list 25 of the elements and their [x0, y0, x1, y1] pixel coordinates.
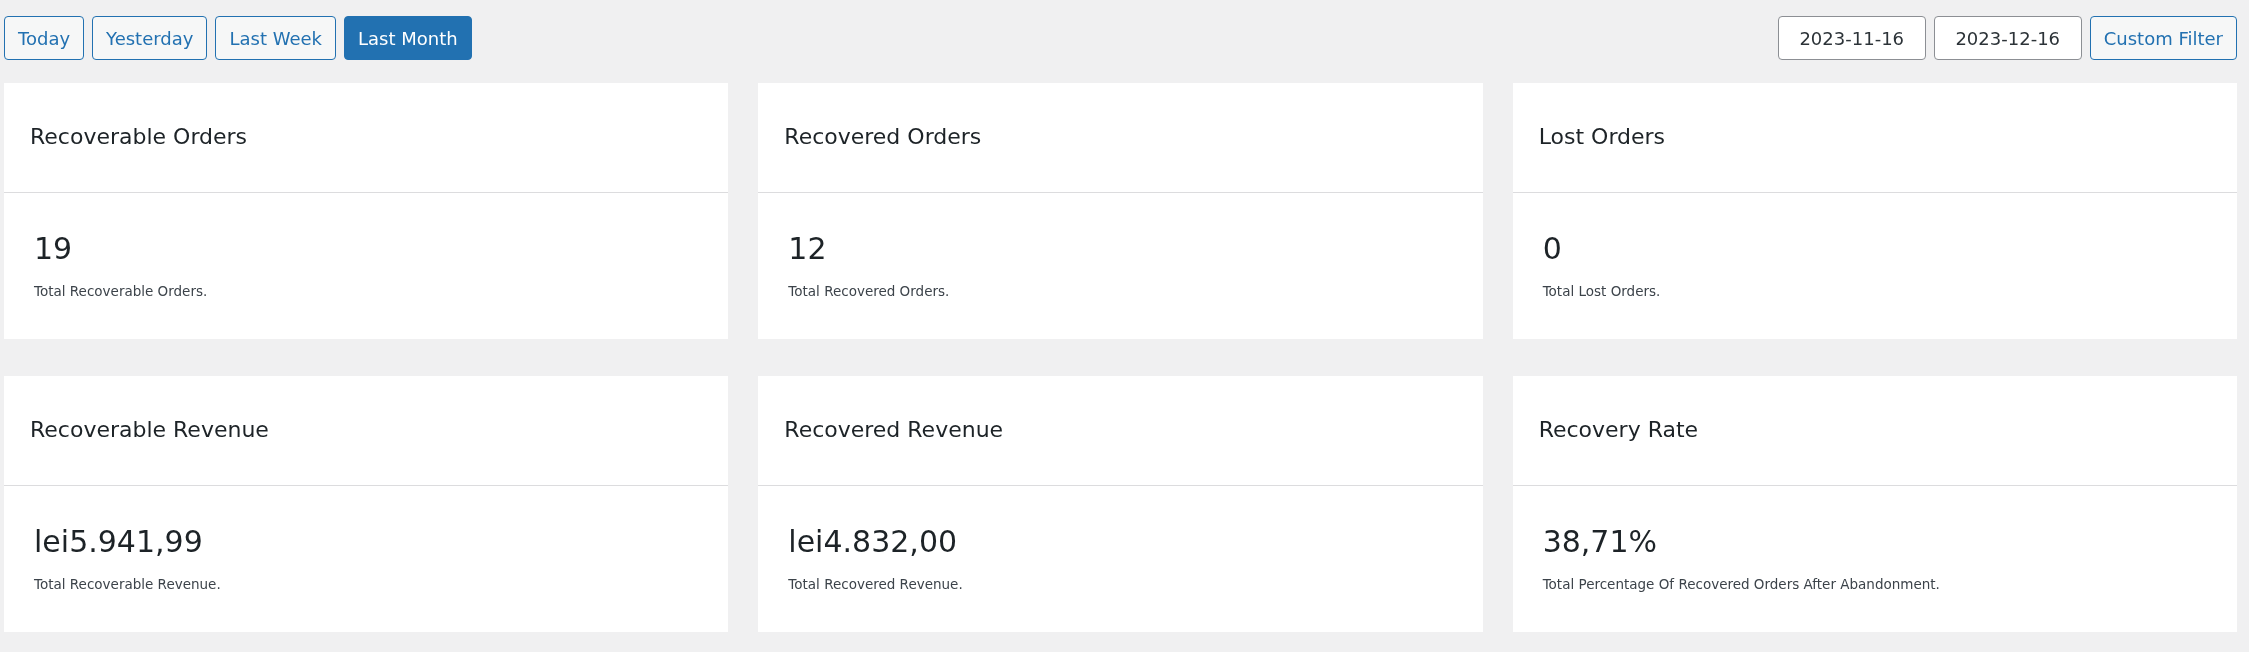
card-title: Lost Orders — [1538, 124, 1666, 151]
card-title: Recovered Orders — [784, 124, 982, 151]
stat-value: lei5.941,99 — [34, 524, 204, 560]
date-range-tab[interactable]: Today — [4, 16, 85, 60]
date-range-tab[interactable]: Yesterday — [92, 16, 208, 60]
start-date-field[interactable]: 2023-11-16 — [1777, 16, 1926, 60]
stat-description: Total Recoverable Revenue. — [34, 575, 222, 594]
end-date-field[interactable]: 2023-12-16 — [1933, 16, 2082, 60]
stat-description: Total Recovered Revenue. — [788, 575, 964, 594]
stat-description: Total Recoverable Orders. — [34, 282, 209, 301]
card-title: Recoverable Orders — [30, 124, 248, 151]
custom-filter-button[interactable]: Custom Filter — [2089, 16, 2237, 60]
date-range-tab[interactable]: Last Month — [344, 16, 472, 60]
date-range-tab[interactable]: Last Week — [215, 16, 336, 60]
stat-description: Total Lost Orders. — [1542, 282, 1662, 301]
stat-value: 19 — [34, 231, 74, 267]
card-title: Recovery Rate — [1538, 417, 1699, 444]
stat-value: 12 — [788, 231, 828, 267]
card-title: Recovered Revenue — [784, 417, 1004, 444]
card-title: Recoverable Revenue — [30, 417, 269, 444]
stat-description: Total Recovered Orders. — [788, 282, 951, 301]
stat-value: 0 — [1542, 231, 1563, 267]
stat-value: lei4.832,00 — [788, 524, 959, 560]
stat-value: 38,71% — [1542, 524, 1659, 560]
stat-description: Total Percentage Of Recovered Orders After Abandonment. — [1542, 575, 1941, 594]
